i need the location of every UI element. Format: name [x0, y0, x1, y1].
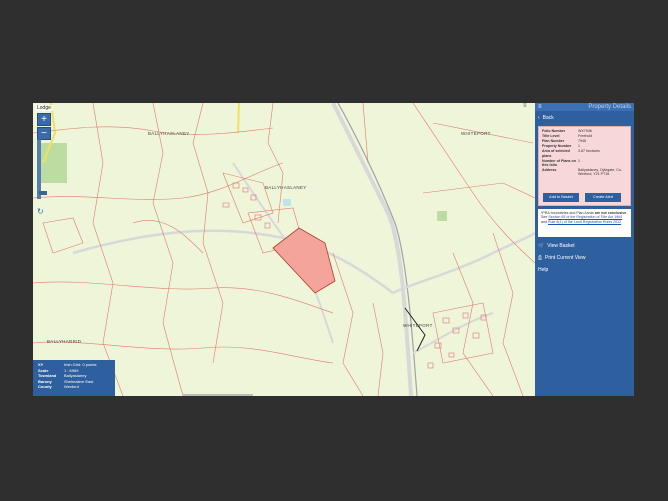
map-view[interactable]: Lodge + − ↻ ≡ BALLYHASLANEY BALLYHASLANE… [33, 103, 535, 396]
create-alert-button[interactable]: Create Alert [585, 193, 621, 202]
main-road [331, 103, 413, 396]
collapse-icon[interactable]: ≡ [523, 103, 527, 109]
railway [337, 103, 418, 396]
zoom-in-button[interactable]: + [37, 113, 51, 126]
detail-actions: Add to Basket Create Alert [543, 193, 621, 202]
layer-label: Lodge [35, 105, 53, 111]
local-road [392, 231, 535, 295]
chevron-left-icon: ‹ [538, 114, 540, 121]
horizontal-scrollbar[interactable] [183, 394, 253, 396]
property-details-card: Folio Number WX7946 Title Level Freehold P… [538, 126, 631, 206]
basket-icon: 🛒 [538, 243, 545, 249]
legend-key: County [38, 384, 52, 390]
print-icon: ⎙ [538, 255, 543, 261]
townland-label: BALLYHASLANEY [148, 131, 190, 136]
panel-header: ≡ Property Details [535, 103, 634, 111]
zoom-slider[interactable] [37, 139, 47, 199]
townland-label: BALLYHASLANEY [265, 185, 307, 190]
view-basket-link[interactable]: 🛒 View Basket [535, 240, 634, 252]
rule-8-link[interactable]: Rule 8(1) of the Land Registration Rules… [548, 220, 621, 224]
property-details-panel: ≡ Property Details ‹ Back Folio Number WX… [535, 103, 634, 396]
panel-title: Property Details [588, 104, 631, 110]
detail-key: Number of Plans on this folio [542, 158, 576, 167]
forest-area [41, 143, 67, 183]
print-view-label: Print Current View [545, 255, 586, 261]
menu-icon[interactable]: ≡ [538, 104, 542, 110]
refresh-icon[interactable]: ↻ [37, 207, 44, 216]
detail-value: 1 [578, 158, 580, 163]
print-view-link[interactable]: ⎙ Print Current View [535, 252, 634, 264]
regional-road [237, 103, 240, 134]
detail-value: 3.87 hectares [578, 149, 600, 154]
detail-key: Area of selected plans [542, 149, 570, 158]
help-link[interactable]: Help [535, 264, 634, 276]
add-to-basket-button[interactable]: Add to Basket [543, 193, 579, 202]
legend-value: Irish Grid: 0 points [64, 362, 97, 367]
detail-value: Ballyaslaney, Oylegate, Co. Wexford, Y21… [578, 167, 622, 176]
building-footprints [222, 182, 487, 369]
view-basket-label: View Basket [547, 243, 575, 249]
forest-area [437, 211, 447, 221]
zoom-slider-handle[interactable] [39, 191, 47, 195]
detail-key: Address [542, 167, 557, 172]
help-label: Help [538, 267, 549, 273]
townland-label: BALLYHARRID [47, 339, 82, 344]
landdirect-app: Lodge + − ↻ ≡ BALLYHASLANEY BALLYHASLANE… [33, 103, 634, 396]
back-button[interactable]: ‹ Back [535, 111, 634, 124]
back-label: Back [542, 114, 554, 121]
disclaimer-note: *PRA boundaries and Plan Areas are not c… [538, 209, 631, 237]
water-area [283, 199, 291, 206]
townland-label: WHITEPORT [403, 323, 433, 328]
zoom-control: + − [37, 113, 51, 141]
townland-label: WHITEPORT [461, 131, 491, 136]
map-info-legend: XY Irish Grid: 0 points Scale 1 : 6969 Tow… [33, 360, 115, 396]
note-text: and [541, 219, 547, 224]
map-canvas[interactable] [33, 103, 535, 396]
local-road [72, 229, 394, 295]
legend-value: Wexford [64, 384, 79, 390]
